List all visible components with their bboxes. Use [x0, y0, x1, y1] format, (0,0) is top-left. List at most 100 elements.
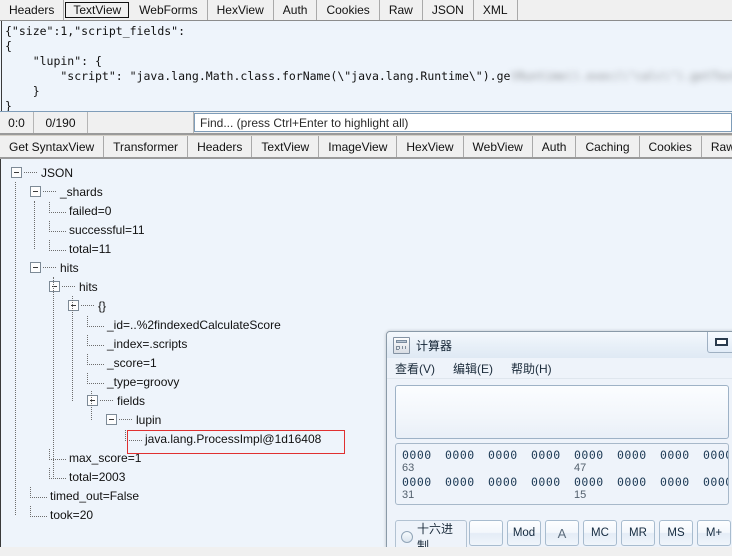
- find-input[interactable]: Find... (press Ctrl+Enter to highlight a…: [194, 113, 732, 132]
- bit-nibble[interactable]: 0000: [402, 448, 445, 462]
- bit-group[interactable]: 0000: [445, 475, 488, 502]
- tree-node[interactable]: fields: [1, 391, 386, 410]
- bit-row[interactable]: 000031000000000000000015000000000000: [402, 475, 728, 502]
- tab-webforms[interactable]: WebForms: [130, 0, 208, 20]
- tree-node[interactable]: _shards: [1, 182, 386, 201]
- tree-node[interactable]: failed=0: [1, 201, 386, 220]
- tab-cookies[interactable]: Cookies: [317, 0, 380, 20]
- bit-group[interactable]: 0000: [531, 448, 574, 475]
- bit-toggle-pane[interactable]: 0000630000000000000000470000000000000000…: [395, 443, 729, 505]
- response-tab-cookies[interactable]: Cookies: [640, 136, 702, 157]
- bit-group[interactable]: 0000 15: [574, 475, 617, 502]
- calc-key-ms[interactable]: MS: [659, 520, 693, 546]
- calculator-button-grid[interactable]: ModAMCMRMSM+()B←CEC±RoLRoRC789/OrXorD456…: [469, 520, 732, 547]
- response-tab-webview[interactable]: WebView: [464, 136, 533, 157]
- number-base-option-0[interactable]: 十六进制: [401, 522, 461, 547]
- tree-node[interactable]: _score=1: [1, 353, 386, 372]
- tree-node[interactable]: lupin: [1, 410, 386, 429]
- bit-group[interactable]: 0000: [488, 475, 531, 502]
- tab-xml[interactable]: XML: [473, 0, 518, 20]
- bit-nibble[interactable]: 0000: [703, 475, 728, 489]
- tree-node[interactable]: _id=..%2findexedCalculateScore: [1, 315, 386, 334]
- response-tab-hexview[interactable]: HexView: [397, 136, 464, 157]
- bit-nibble[interactable]: 0000: [488, 475, 531, 489]
- tab-hexview[interactable]: HexView: [207, 0, 274, 20]
- bit-row[interactable]: 000063000000000000000047000000000000: [402, 448, 728, 475]
- bit-nibble[interactable]: 0000: [703, 448, 728, 462]
- bit-group[interactable]: 0000 47: [574, 448, 617, 475]
- collapse-toggle-icon[interactable]: [11, 167, 22, 178]
- response-tab-get-syntaxview[interactable]: Get SyntaxView: [0, 136, 105, 157]
- request-inspector-tabs[interactable]: Headers TextView WebForms HexView Auth Cookie…: [0, 0, 732, 21]
- tree-node[interactable]: took=20: [1, 505, 386, 524]
- bit-nibble[interactable]: 0000: [531, 448, 574, 462]
- bit-nibble[interactable]: 0000: [488, 448, 531, 462]
- tree-node[interactable]: total=2003: [1, 467, 386, 486]
- calc-key-m+[interactable]: M+: [697, 520, 731, 546]
- bit-nibble[interactable]: 0000: [531, 475, 574, 489]
- bit-group[interactable]: 0000 31: [402, 475, 445, 502]
- response-tab-auth[interactable]: Auth: [533, 136, 577, 157]
- calculator-window[interactable]: 计算器 查看(V) 编辑(E) 帮助(H) 0000 63 0000 0000 0000 00…: [386, 331, 732, 547]
- bit-nibble[interactable]: 0000: [445, 448, 488, 462]
- window-controls[interactable]: [707, 332, 732, 353]
- bit-group[interactable]: 0000: [617, 475, 660, 502]
- response-inspector-tabs[interactable]: Get SyntaxView Transformer Headers TextView…: [0, 135, 732, 159]
- response-tab-headers[interactable]: Headers: [188, 136, 253, 157]
- tree-node[interactable]: _index=.scripts: [1, 334, 386, 353]
- tab-headers[interactable]: Headers: [0, 0, 65, 20]
- tree-node[interactable]: timed_out=False: [1, 486, 386, 505]
- collapse-toggle-icon[interactable]: [106, 414, 117, 425]
- tab-textview[interactable]: TextView: [65, 2, 130, 18]
- bit-nibble[interactable]: 0000: [617, 448, 660, 462]
- bit-group[interactable]: 0000: [660, 475, 703, 502]
- bit-nibble[interactable]: 0000: [617, 475, 660, 489]
- radio-button-icon[interactable]: [401, 530, 413, 543]
- calculator-menu-item-0[interactable]: 查看(V): [395, 360, 435, 377]
- response-tab-transformer[interactable]: Transformer: [104, 136, 189, 157]
- calc-key-mr[interactable]: MR: [621, 520, 655, 546]
- bit-nibble[interactable]: 0000: [574, 475, 617, 489]
- tree-node[interactable]: _type=groovy: [1, 372, 386, 391]
- tree-node[interactable]: {}: [1, 296, 386, 315]
- tree-node[interactable]: max_score=1: [1, 448, 386, 467]
- number-base-group[interactable]: 十六进制十进制八进制二进制: [395, 520, 467, 547]
- calculator-menu-item-1[interactable]: 编辑(E): [453, 360, 493, 377]
- tree-node[interactable]: hits: [1, 277, 386, 296]
- minimize-button[interactable]: [707, 332, 732, 353]
- bit-group[interactable]: 0000: [531, 475, 574, 502]
- bit-group[interactable]: 0000 63: [402, 448, 445, 475]
- bit-group[interactable]: 0000: [617, 448, 660, 475]
- calculator-mode-radios[interactable]: 十六进制十进制八进制二进制 四字双字字字节: [395, 520, 467, 547]
- bit-nibble[interactable]: 0000: [660, 448, 703, 462]
- tab-raw[interactable]: Raw: [379, 0, 423, 20]
- calc-key-mod[interactable]: Mod: [507, 520, 541, 546]
- bit-group[interactable]: 0000: [660, 448, 703, 475]
- bit-group[interactable]: 0000: [445, 448, 488, 475]
- bit-nibble[interactable]: 0000: [402, 475, 445, 489]
- request-body-text[interactable]: {"size":1,"script_fields": { "lupin": { …: [1, 21, 732, 111]
- calculator-menu-item-2[interactable]: 帮助(H): [511, 360, 552, 377]
- response-tab-imageview[interactable]: ImageView: [319, 136, 398, 157]
- tree-node[interactable]: JSON: [1, 163, 386, 182]
- calc-key-mc[interactable]: MC: [583, 520, 617, 546]
- tree-node[interactable]: hits: [1, 258, 386, 277]
- bit-nibble[interactable]: 0000: [445, 475, 488, 489]
- request-body-pane[interactable]: {"size":1,"script_fields": { "lupin": { …: [0, 21, 732, 112]
- bit-group[interactable]: 0000: [488, 448, 531, 475]
- tree-node-highlighted[interactable]: java.lang.ProcessImpl@1d16408: [1, 429, 386, 448]
- calculator-keypad[interactable]: 十六进制十进制八进制二进制 四字双字字字节 ModAMCMRMSM+()B←CE…: [395, 520, 732, 547]
- collapse-toggle-icon[interactable]: [30, 186, 41, 197]
- response-tab-textview[interactable]: TextView: [252, 136, 320, 157]
- bit-group[interactable]: 0000: [703, 475, 728, 502]
- calculator-title-bar[interactable]: 计算器: [387, 332, 732, 358]
- json-tree-view[interactable]: JSON _shards failed=0 successful=11 total=11…: [0, 159, 386, 547]
- tree-node[interactable]: successful=11: [1, 220, 386, 239]
- tree-node[interactable]: total=11: [1, 239, 386, 258]
- tab-auth[interactable]: Auth: [273, 0, 318, 20]
- calc-key-a[interactable]: A: [545, 520, 579, 546]
- tab-json[interactable]: JSON: [422, 0, 474, 20]
- bit-group[interactable]: 0000: [703, 448, 728, 475]
- response-tab-caching[interactable]: Caching: [576, 136, 640, 157]
- bit-nibble[interactable]: 0000: [574, 448, 617, 462]
